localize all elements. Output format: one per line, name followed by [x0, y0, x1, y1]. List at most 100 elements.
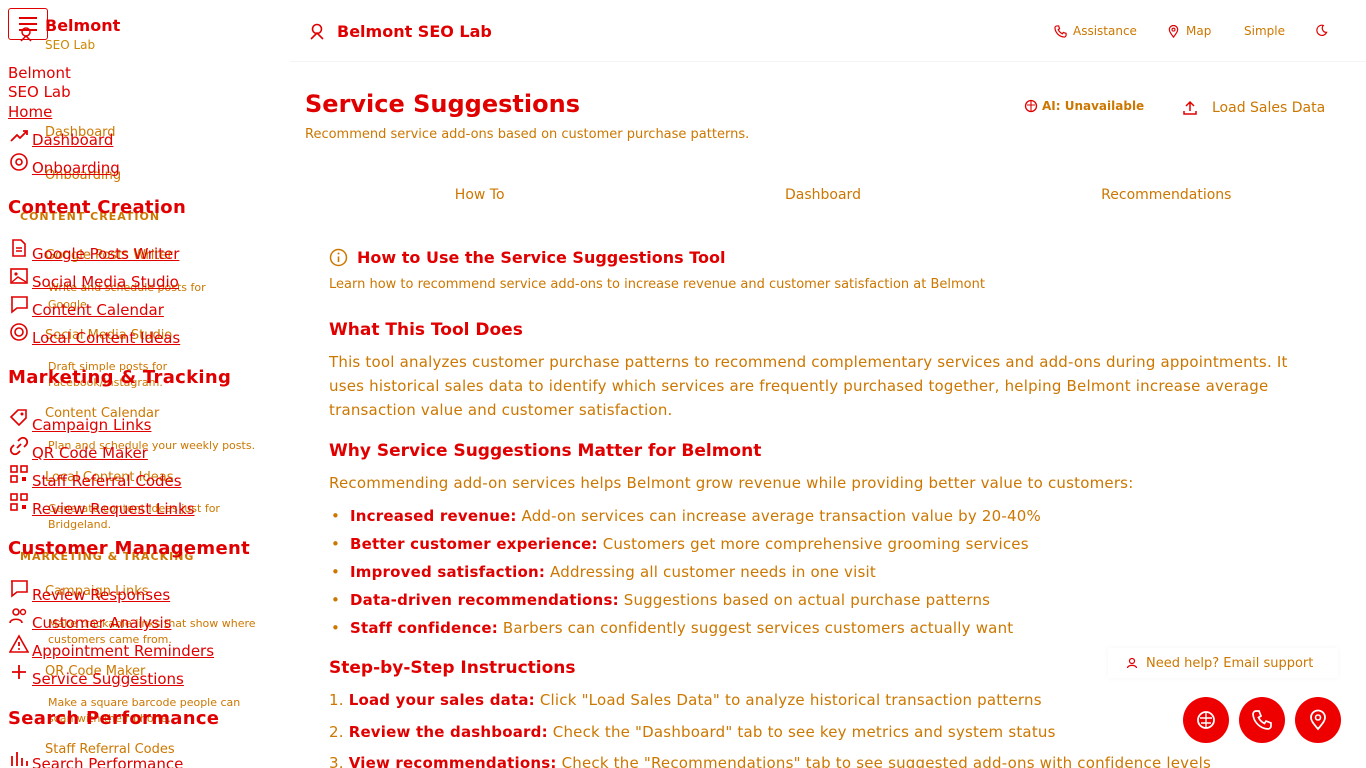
sidebar-main-layer: Belmont SEO Lab Belmont SEO Lab Home Das…	[0, 0, 290, 768]
page-description: Recommend service add-ons based on custo…	[305, 127, 750, 142]
assistance-link[interactable]: Assistance	[1054, 24, 1137, 38]
benefit-bold: Increased revenue:	[349, 507, 517, 525]
step-number: 2.	[329, 723, 344, 741]
call-fab[interactable]	[1239, 697, 1285, 743]
link-icon	[9, 436, 29, 456]
qr-icon	[10, 465, 28, 483]
nav-campaign-links[interactable]: Campaign Links	[32, 416, 152, 434]
users-icon	[9, 608, 27, 624]
top-bar: Belmont SEO Lab Assistance Map Simple	[290, 0, 1366, 62]
nav-dashboard[interactable]: Dashboard	[32, 131, 113, 149]
nav-local-content[interactable]: Local Content Ideas	[32, 329, 180, 347]
compass-icon	[10, 153, 28, 171]
target-icon	[10, 323, 28, 341]
what-body: This tool analyzes customer purchase pat…	[329, 353, 1288, 419]
nav-qr-code[interactable]: QR Code Maker	[32, 444, 148, 462]
ai-status-label: AI: Unavailable	[1042, 99, 1145, 113]
benefit-bullet: • Data-driven recommendations: Suggestio…	[331, 591, 991, 609]
brain-icon	[1197, 711, 1215, 729]
benefit-bold: Improved satisfaction:	[349, 563, 546, 581]
benefit-bold: Staff confidence:	[349, 619, 498, 637]
assistance-label: Assistance	[1073, 24, 1137, 38]
map-link[interactable]: Map	[1167, 24, 1211, 38]
ai-status-badge: AI: Unavailable	[1024, 99, 1144, 113]
moon-icon	[1316, 24, 1328, 36]
section-customer: Customer Management	[8, 538, 251, 559]
step-bold: Review the dashboard:	[348, 723, 548, 741]
nav-appointment-reminders[interactable]: Appointment Reminders	[32, 642, 214, 660]
app-title[interactable]: Belmont SEO Lab	[337, 22, 492, 41]
tab-how-to[interactable]: How To	[308, 178, 651, 212]
map-fab[interactable]	[1295, 697, 1341, 743]
brand-full-label: Belmont SEO Lab	[8, 64, 71, 101]
section-content-creation: Content Creation	[8, 197, 187, 218]
nav-review-request[interactable]: Review Request Links	[32, 500, 195, 518]
benefit-text: Addressing all customer needs in one vis…	[550, 563, 876, 581]
menu-toggle-button[interactable]	[8, 8, 48, 40]
nav-search-performance[interactable]: Search Performance	[32, 755, 183, 768]
map-pin-icon	[1310, 709, 1326, 731]
nav-google-posts[interactable]: Google Posts Writer	[32, 245, 179, 263]
benefit-text: Suggestions based on actual purchase pat…	[623, 591, 991, 609]
nav-staff-referral[interactable]: Staff Referral Codes	[32, 472, 182, 490]
upload-icon	[1183, 100, 1197, 115]
step-item: 1. Load your sales data: Click "Load Sal…	[329, 691, 1042, 709]
phone-icon	[1252, 710, 1272, 730]
tab-bar: How To Dashboard Recommendations	[308, 178, 1338, 212]
benefit-bullet: • Staff confidence: Barbers can confiden…	[331, 619, 1014, 637]
section-marketing: Marketing & Tracking	[8, 367, 232, 388]
card-title: How to Use the Service Suggestions Tool	[329, 248, 726, 267]
step-text: Click "Load Sales Data" to analyze histo…	[539, 691, 1042, 709]
email-support-link[interactable]: Need help? Email support	[1108, 648, 1338, 678]
ai-assistant-fab[interactable]	[1183, 697, 1229, 743]
step-number: 1.	[329, 691, 344, 709]
nav-onboarding[interactable]: Onboarding	[32, 159, 120, 177]
brand-subtitle: SEO Lab	[45, 38, 96, 52]
brain-icon	[1024, 99, 1038, 113]
step-item: 2. Review the dashboard: Check the "Dash…	[329, 723, 1056, 741]
trend-icon	[10, 130, 28, 142]
nav-review-responses[interactable]: Review Responses	[32, 586, 170, 604]
benefit-bullet: • Better customer experience: Customers …	[331, 535, 1029, 553]
step-text: Check the "Dashboard" tab to see key met…	[552, 723, 1056, 741]
benefit-bullet: • Improved satisfaction: Addressing all …	[331, 563, 876, 581]
how-to-card: How to Use the Service Suggestions Tool …	[308, 226, 1340, 768]
benefit-text: Customers get more comprehensive groomin…	[602, 535, 1029, 553]
step-item: 3. View recommendations: Check the "Reco…	[329, 754, 1211, 768]
step-bold: Load your sales data:	[348, 691, 535, 709]
theme-toggle[interactable]	[1315, 24, 1328, 37]
benefit-text: Barbers can confidently suggest services…	[502, 619, 1014, 637]
nav-customer-analysis[interactable]: Customer Analysis	[32, 614, 171, 632]
tab-recommendations[interactable]: Recommendations	[995, 178, 1338, 212]
step-text: Check the "Recommendations" tab to see s…	[561, 754, 1212, 768]
support-icon	[1126, 657, 1138, 669]
phone-icon	[1054, 24, 1067, 38]
plus-icon	[12, 665, 26, 679]
chat-icon	[11, 296, 28, 314]
simple-mode-toggle[interactable]: Simple	[1244, 24, 1285, 38]
document-icon	[12, 239, 26, 257]
nav-home[interactable]: Home	[8, 103, 52, 121]
brand-full[interactable]: Belmont SEO Lab	[8, 64, 88, 102]
what-heading: What This Tool Does	[329, 320, 523, 340]
card-subtitle: Learn how to recommend service add-ons t…	[329, 277, 985, 292]
email-support-label: Need help? Email support	[1146, 655, 1314, 671]
benefit-bold: Data-driven recommendations:	[349, 591, 619, 609]
sidebar: Dashboard Onboarding Google Posts Writer…	[0, 0, 290, 768]
nav-content-calendar[interactable]: Content Calendar	[32, 301, 164, 319]
step-bold: View recommendations:	[348, 754, 557, 768]
steps-heading: Step-by-Step Instructions	[329, 658, 576, 678]
image-icon	[10, 268, 28, 284]
load-sales-data-button[interactable]: Load Sales Data	[1178, 94, 1338, 122]
nav-service-suggestions[interactable]: Service Suggestions	[32, 670, 184, 688]
nav-social-media[interactable]: Social Media Studio	[32, 273, 179, 291]
benefit-bullet: • Increased revenue: Add-on services can…	[331, 507, 1041, 525]
why-intro: Recommending add-on services helps Belmo…	[329, 474, 1134, 492]
section-search: Search Performance	[8, 708, 220, 729]
message-icon	[11, 580, 28, 598]
map-pin-icon	[1168, 24, 1179, 38]
barber-logo-icon	[310, 23, 324, 40]
card-title-text: How to Use the Service Suggestions Tool	[357, 248, 726, 267]
tab-dashboard[interactable]: Dashboard	[651, 178, 994, 212]
simple-label: Simple	[1244, 24, 1285, 38]
